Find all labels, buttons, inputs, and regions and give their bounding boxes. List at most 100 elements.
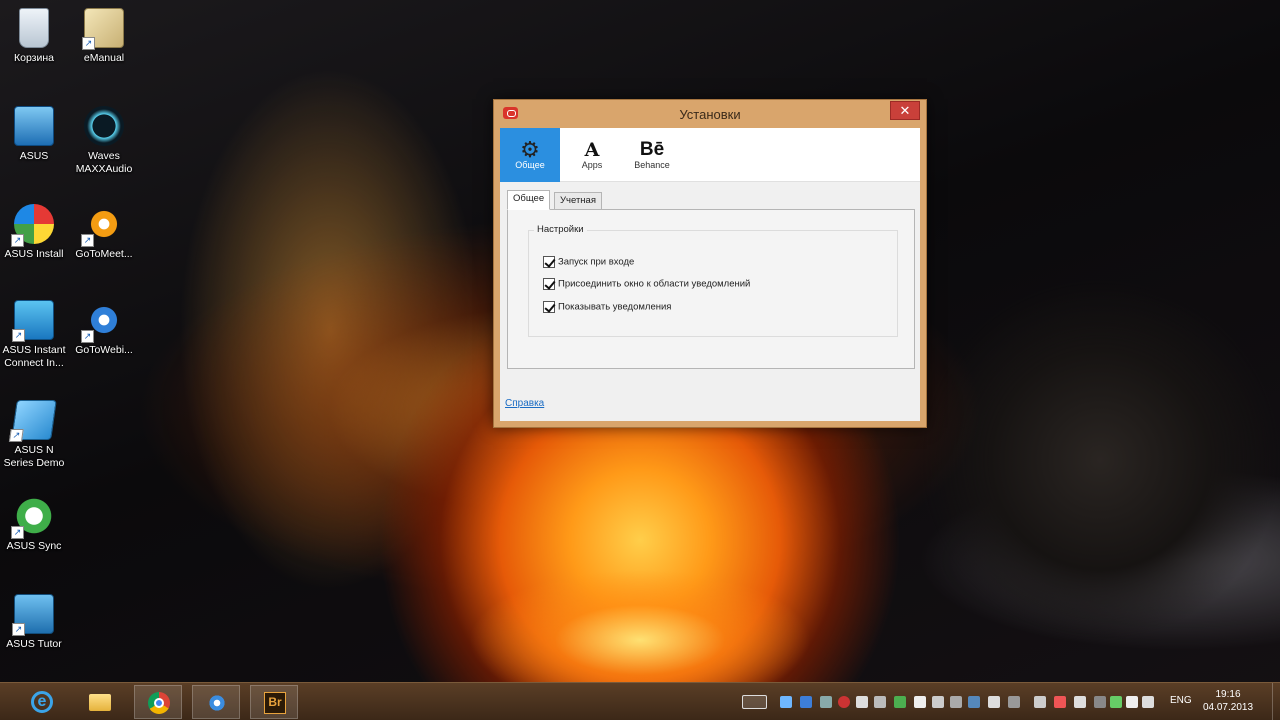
- settings-group: Настройки Запуск при входе Присоединить …: [528, 224, 898, 337]
- desktop-icon-label: GoToWebi...: [75, 344, 133, 356]
- desktop-icon-label: ASUS Install: [4, 248, 64, 260]
- taskbar: e Br ENG 19:16 04.07.2013: [0, 682, 1280, 720]
- clock[interactable]: 19:16 04.07.2013: [1198, 688, 1258, 714]
- tray-network-icon[interactable]: [800, 696, 812, 708]
- desktop-icon-recycle-bin[interactable]: Корзина: [1, 8, 67, 65]
- touch-keyboard-icon[interactable]: [742, 695, 767, 709]
- tray-app-icon[interactable]: [1034, 696, 1046, 708]
- tray-creative-cloud-icon[interactable]: [838, 696, 850, 708]
- help-link[interactable]: Справка: [505, 398, 544, 409]
- waves-icon: [84, 106, 124, 146]
- tray-bluetooth-icon[interactable]: [968, 696, 980, 708]
- dialog-titlebar[interactable]: Установки ✕: [494, 100, 926, 128]
- language-indicator[interactable]: ENG: [1170, 695, 1192, 706]
- bridge-icon: Br: [264, 692, 286, 714]
- toolbar-general-button[interactable]: ⚙ Общее: [500, 128, 560, 182]
- clock-time: 19:16: [1215, 689, 1241, 700]
- tray-app-icon[interactable]: [894, 696, 906, 708]
- desktop-icon-asus-install[interactable]: ↗ ASUS Install: [1, 204, 67, 261]
- tray-app-icon[interactable]: [932, 696, 944, 708]
- tray-app-icon[interactable]: [988, 696, 1000, 708]
- desktop-icon-asus-n-series[interactable]: ↗ ASUS N Series Demo: [1, 400, 67, 470]
- desktop-icon-label: ASUS Instant Connect In...: [2, 344, 66, 369]
- asus-sync-icon: ↗: [11, 496, 54, 539]
- gotowebinar-icon: ↗: [81, 300, 124, 343]
- taskbar-file-explorer[interactable]: [76, 685, 124, 719]
- taskbar-gotomeeting[interactable]: [192, 685, 240, 719]
- action-center-flag-icon[interactable]: [1142, 696, 1154, 708]
- desktop-icon-waves[interactable]: Waves MAXXAudio: [71, 106, 137, 176]
- checkbox-checked-icon[interactable]: [543, 256, 555, 268]
- clock-date: 04.07.2013: [1202, 702, 1254, 713]
- gear-icon: ⚙: [520, 137, 540, 162]
- tray-app-icon[interactable]: [820, 696, 832, 708]
- toolbar-apps-button[interactable]: A Apps: [562, 128, 622, 182]
- asus-folder-icon: [14, 106, 54, 146]
- desktop-icon-asus-sync[interactable]: ↗ ASUS Sync: [1, 496, 67, 553]
- close-icon: ✕: [899, 103, 911, 118]
- asus-instant-connect-icon: ↗: [12, 300, 54, 342]
- desktop-icon-asus-tutor[interactable]: ↗ ASUS Tutor: [1, 594, 67, 651]
- tab-general[interactable]: Общее: [507, 190, 551, 210]
- asus-tutor-icon: ↗: [12, 594, 54, 636]
- adobe-apps-icon: A: [584, 139, 600, 161]
- toolbar-apps-label: Apps: [581, 160, 603, 170]
- emanual-icon: ↗: [82, 8, 124, 50]
- toolbar-general-label: Общее: [515, 160, 545, 170]
- desktop-icon-label: ASUS Tutor: [6, 638, 62, 650]
- tray-app-icon[interactable]: [914, 696, 926, 708]
- tray-app-icon[interactable]: [1008, 696, 1020, 708]
- launch-at-login-checkbox[interactable]: Запуск при входе: [543, 256, 634, 270]
- checkbox-label: Показывать уведомления: [558, 301, 672, 313]
- checkbox-checked-icon[interactable]: [543, 301, 555, 313]
- desktop-icon-gotomeeting[interactable]: ↗ GoToMeet...: [71, 204, 137, 261]
- settings-group-title: Настройки: [534, 224, 587, 235]
- checkbox-label: Запуск при входе: [558, 256, 635, 268]
- desktop-icon-label: Waves MAXXAudio: [75, 150, 133, 175]
- taskbar-adobe-bridge[interactable]: Br: [250, 685, 298, 719]
- tray-app-icon[interactable]: [1054, 696, 1066, 708]
- tray-app-icon[interactable]: [1074, 696, 1086, 708]
- dock-to-notification-area-checkbox[interactable]: Присоединить окно к области уведомлений: [543, 278, 750, 292]
- asus-n-series-icon: ↗: [8, 400, 57, 442]
- desktop-icon-label: GoToMeet...: [75, 248, 133, 260]
- internet-explorer-icon: e: [31, 691, 53, 713]
- desktop-icon-label: ASUS Sync: [6, 540, 62, 552]
- desktop-icon-gotowebinar[interactable]: ↗ GoToWebi...: [71, 300, 137, 357]
- general-tab-panel: Настройки Запуск при входе Присоединить …: [507, 209, 915, 369]
- desktop-icon-label: Корзина: [14, 52, 54, 64]
- dialog-client-area: ⚙ Общее A Apps Bē Behance Общее Учетная …: [500, 128, 920, 421]
- checkbox-label: Присоединить окно к области уведомлений: [558, 278, 751, 290]
- tray-app-icon[interactable]: [950, 696, 962, 708]
- taskbar-internet-explorer[interactable]: e: [18, 685, 66, 719]
- chrome-icon: [148, 692, 170, 714]
- tray-gotomeeting-icon[interactable]: [780, 696, 792, 708]
- file-explorer-icon: [89, 694, 111, 711]
- show-desktop-button[interactable]: [1272, 683, 1280, 720]
- tray-app-icon[interactable]: [874, 696, 886, 708]
- desktop-icon-asus[interactable]: ASUS: [1, 106, 67, 163]
- checkbox-checked-icon[interactable]: [543, 278, 555, 290]
- wifi-icon[interactable]: [1126, 696, 1138, 708]
- asus-install-icon: ↗: [11, 204, 54, 247]
- show-notifications-checkbox[interactable]: Показывать уведомления: [543, 301, 671, 315]
- behance-icon: Bē: [639, 139, 665, 160]
- desktop-icon-asus-instant-connect[interactable]: ↗ ASUS Instant Connect In...: [1, 300, 67, 370]
- close-button[interactable]: ✕: [890, 101, 920, 120]
- toolbar-behance-label: Behance: [634, 160, 670, 170]
- taskbar-chrome[interactable]: [134, 685, 182, 719]
- desktop-icon-label: ASUS: [19, 150, 49, 162]
- gotomeeting-taskbar-icon: [206, 692, 228, 714]
- gotomeeting-icon: ↗: [81, 204, 124, 247]
- tab-account[interactable]: Учетная запись: [554, 192, 602, 222]
- recycle-bin-icon: [19, 8, 49, 48]
- battery-icon[interactable]: [1110, 696, 1122, 708]
- desktop-icon-emanual[interactable]: ↗ eManual: [71, 8, 137, 65]
- toolbar-behance-button[interactable]: Bē Behance: [622, 128, 682, 182]
- settings-dialog: Установки ✕ ⚙ Общее A Apps Bē Behance Об…: [493, 99, 927, 428]
- dialog-title: Установки: [679, 107, 741, 122]
- tray-app-icon[interactable]: [1094, 696, 1106, 708]
- tray-app-icon[interactable]: [856, 696, 868, 708]
- desktop-icon-label: eManual: [83, 52, 125, 64]
- settings-toolbar: ⚙ Общее A Apps Bē Behance: [500, 128, 920, 182]
